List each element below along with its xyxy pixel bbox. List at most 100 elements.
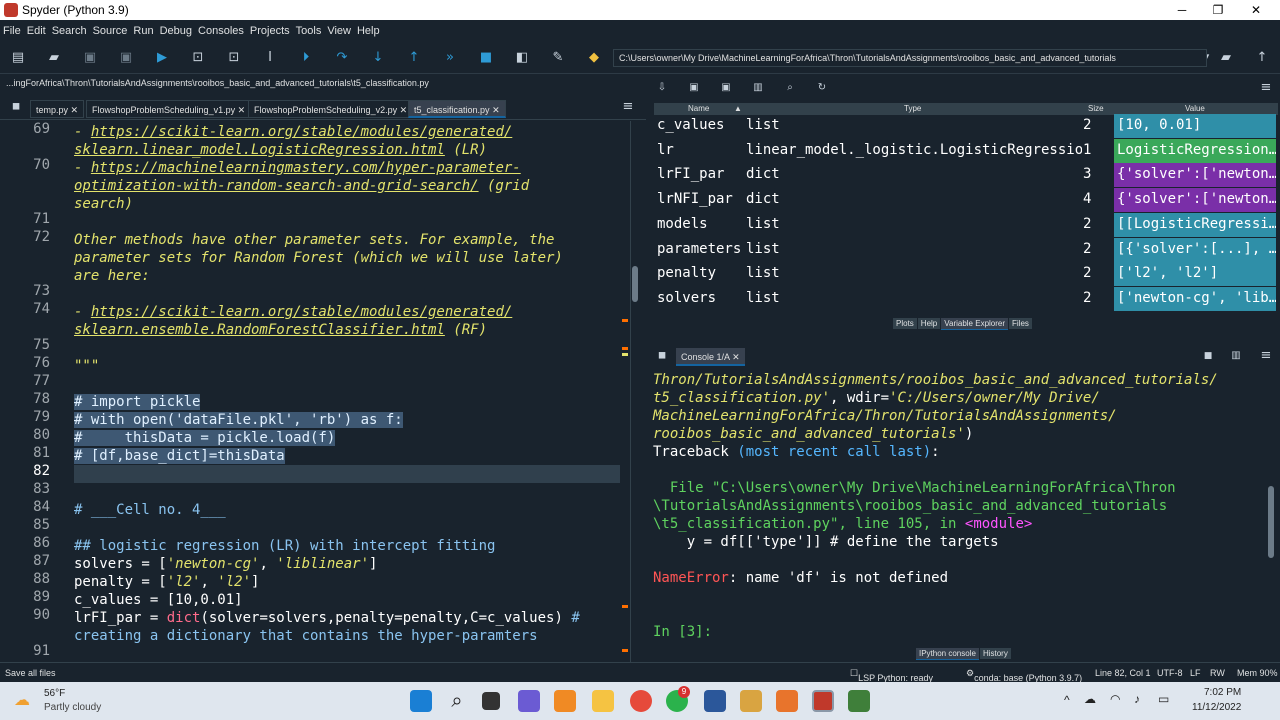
- header-name[interactable]: Name: [688, 104, 709, 113]
- weather-temp[interactable]: 56°F: [44, 688, 65, 699]
- python-path-icon[interactable]: ◆: [586, 50, 602, 66]
- menu-search[interactable]: Search: [49, 25, 90, 37]
- app-icon[interactable]: [776, 690, 798, 712]
- close-button[interactable]: ✕: [1238, 0, 1274, 20]
- chrome-icon[interactable]: [630, 690, 652, 712]
- console-scrollbar-thumb[interactable]: [1268, 486, 1274, 558]
- task-view-icon[interactable]: [482, 692, 500, 710]
- variable-value[interactable]: [{'solver':[...], …: [1114, 237, 1276, 262]
- close-tab-icon[interactable]: ✕: [71, 105, 79, 115]
- editor-scrollbar-thumb[interactable]: [632, 266, 638, 302]
- import-data-icon[interactable]: ⇩: [654, 80, 670, 96]
- app-icon[interactable]: [848, 690, 870, 712]
- tab-temp[interactable]: temp.py ✕: [30, 100, 85, 118]
- maximize-pane-icon[interactable]: ◧: [514, 50, 530, 66]
- step-over-icon[interactable]: ↷: [334, 50, 350, 66]
- minimize-button[interactable]: ─: [1164, 0, 1200, 20]
- spyder-taskbar-icon[interactable]: [812, 690, 834, 712]
- save-data-icon[interactable]: ▣: [686, 80, 702, 96]
- working-directory-input[interactable]: C:\Users\owner\My Drive\MachineLearningF…: [613, 49, 1207, 67]
- code-token[interactable]: sklearn.ensemble.RandomForestClassifier.…: [74, 322, 445, 338]
- start-windows-icon[interactable]: [410, 690, 432, 712]
- variable-row[interactable]: c_values list 2 [10, 0.01]: [654, 114, 1278, 138]
- tab-variable-explorer[interactable]: Variable Explorer: [941, 318, 1009, 330]
- step-into-icon[interactable]: ↓: [370, 50, 386, 66]
- browse-consoles-icon[interactable]: ◼: [654, 348, 670, 364]
- header-value[interactable]: Value: [1185, 104, 1205, 113]
- code-token[interactable]: sklearn.linear_model.LogisticRegression.…: [74, 142, 445, 158]
- continue-icon[interactable]: »: [442, 50, 458, 66]
- run-file-icon[interactable]: ▶: [154, 50, 170, 66]
- variable-value[interactable]: [[LogisticRegressi…: [1114, 212, 1276, 237]
- variable-row[interactable]: lrNFI_par dict 4 {'solver':['newton…: [654, 188, 1278, 213]
- variable-row[interactable]: lrFI_par dict 3 {'solver':['newton…: [654, 163, 1278, 188]
- console-options-icon[interactable]: ≡: [1258, 348, 1274, 364]
- save-icon[interactable]: ▣: [82, 50, 98, 66]
- menu-tools[interactable]: Tools: [293, 25, 325, 37]
- maximize-button[interactable]: ❐: [1200, 0, 1236, 20]
- variable-value[interactable]: {'solver':['newton…: [1114, 163, 1276, 188]
- header-size[interactable]: Size: [1088, 104, 1104, 113]
- variable-row[interactable]: parameters list 2 [{'solver':[...], …: [654, 237, 1278, 262]
- remove-all-variables-icon[interactable]: ▥: [750, 80, 766, 96]
- code-token[interactable]: https://scikit-learn.org/stable/modules/…: [91, 124, 512, 140]
- show-hidden-icons[interactable]: ^: [1064, 693, 1070, 707]
- code-token[interactable]: optimization-with-random-search-and-grid…: [74, 178, 479, 194]
- run-selection-icon[interactable]: I: [262, 50, 278, 66]
- refresh-variables-icon[interactable]: ↻: [814, 80, 830, 96]
- clock-date[interactable]: 11/12/2022: [1192, 702, 1241, 713]
- variable-row[interactable]: penalty list 2 ['l2', 'l2']: [654, 262, 1278, 287]
- weather-desc[interactable]: Partly cloudy: [44, 702, 101, 713]
- variable-row[interactable]: lr linear_model._logistic.LogisticRegress…: [654, 138, 1278, 163]
- remove-console-icon[interactable]: ▥: [1228, 348, 1244, 364]
- new-file-icon[interactable]: ▤: [10, 50, 26, 66]
- menu-view[interactable]: View: [324, 25, 354, 37]
- variable-value[interactable]: ['newton-cg', 'lib…: [1114, 286, 1276, 311]
- tab-help[interactable]: Help: [917, 318, 941, 329]
- tab-history[interactable]: History: [979, 648, 1011, 659]
- close-tab-icon[interactable]: ✕: [238, 105, 246, 115]
- variable-value[interactable]: {'solver':['newton…: [1114, 188, 1276, 213]
- variable-value[interactable]: LogisticRegression…: [1114, 138, 1276, 163]
- menu-edit[interactable]: Edit: [24, 25, 49, 37]
- cloud-icon[interactable]: ☁: [1084, 692, 1096, 706]
- wifi-icon[interactable]: ◠: [1110, 692, 1120, 706]
- save-all-icon[interactable]: ▣: [118, 50, 134, 66]
- app-icon[interactable]: [740, 690, 762, 712]
- tab-t5-classification[interactable]: t5_classification.py ✕: [408, 100, 506, 118]
- tab-flowshop-v2[interactable]: FlowshopProblemScheduling_v2.py ✕: [248, 100, 414, 118]
- variable-row[interactable]: solvers list 2 ['newton-cg', 'lib…: [654, 286, 1278, 311]
- menu-consoles[interactable]: Consoles: [195, 25, 247, 37]
- file-explorer-icon[interactable]: [592, 690, 614, 712]
- run-cell-icon[interactable]: ⊡: [190, 50, 206, 66]
- variable-explorer-options-icon[interactable]: ≡: [1258, 80, 1274, 96]
- tab-files[interactable]: Files: [1009, 318, 1032, 329]
- close-tab-icon[interactable]: ✕: [492, 105, 500, 115]
- tab-plots[interactable]: Plots: [893, 318, 917, 329]
- code-area[interactable]: - https://scikit-learn.org/stable/module…: [74, 121, 622, 662]
- close-console-icon[interactable]: ✕: [732, 352, 740, 362]
- browse-folder-icon[interactable]: ▰: [1218, 50, 1234, 66]
- search-app-icon[interactable]: [554, 690, 576, 712]
- menu-debug[interactable]: Debug: [157, 25, 195, 37]
- open-folder-icon[interactable]: ▰: [46, 50, 62, 66]
- tab-flowshop-v1[interactable]: FlowshopProblemScheduling_v1.py ✕: [86, 100, 252, 118]
- header-type[interactable]: Type: [904, 104, 921, 113]
- step-return-icon[interactable]: ↑: [406, 50, 422, 66]
- teams-chat-icon[interactable]: [518, 690, 540, 712]
- debug-file-icon[interactable]: ⏵: [298, 50, 314, 66]
- save-data-as-icon[interactable]: ▣: [718, 80, 734, 96]
- clock-time[interactable]: 7:02 PM: [1204, 687, 1241, 698]
- tab-console-1a[interactable]: Console 1/A ✕: [676, 348, 745, 366]
- search-icon[interactable]: ⌕: [446, 690, 468, 712]
- tab-ipython-console[interactable]: IPython console: [916, 648, 979, 660]
- variable-value[interactable]: [10, 0.01]: [1114, 114, 1276, 138]
- ipython-console[interactable]: Thron/TutorialsAndAssignments/rooibos_ba…: [648, 368, 1280, 648]
- word-icon[interactable]: [704, 690, 726, 712]
- editor-options-menu-icon[interactable]: ≡: [620, 99, 636, 115]
- menu-projects[interactable]: Projects: [247, 25, 293, 37]
- menu-source[interactable]: Source: [90, 25, 131, 37]
- variable-value[interactable]: ['l2', 'l2']: [1114, 262, 1276, 287]
- close-tab-icon[interactable]: ✕: [400, 105, 408, 115]
- battery-icon[interactable]: ▭: [1158, 692, 1169, 706]
